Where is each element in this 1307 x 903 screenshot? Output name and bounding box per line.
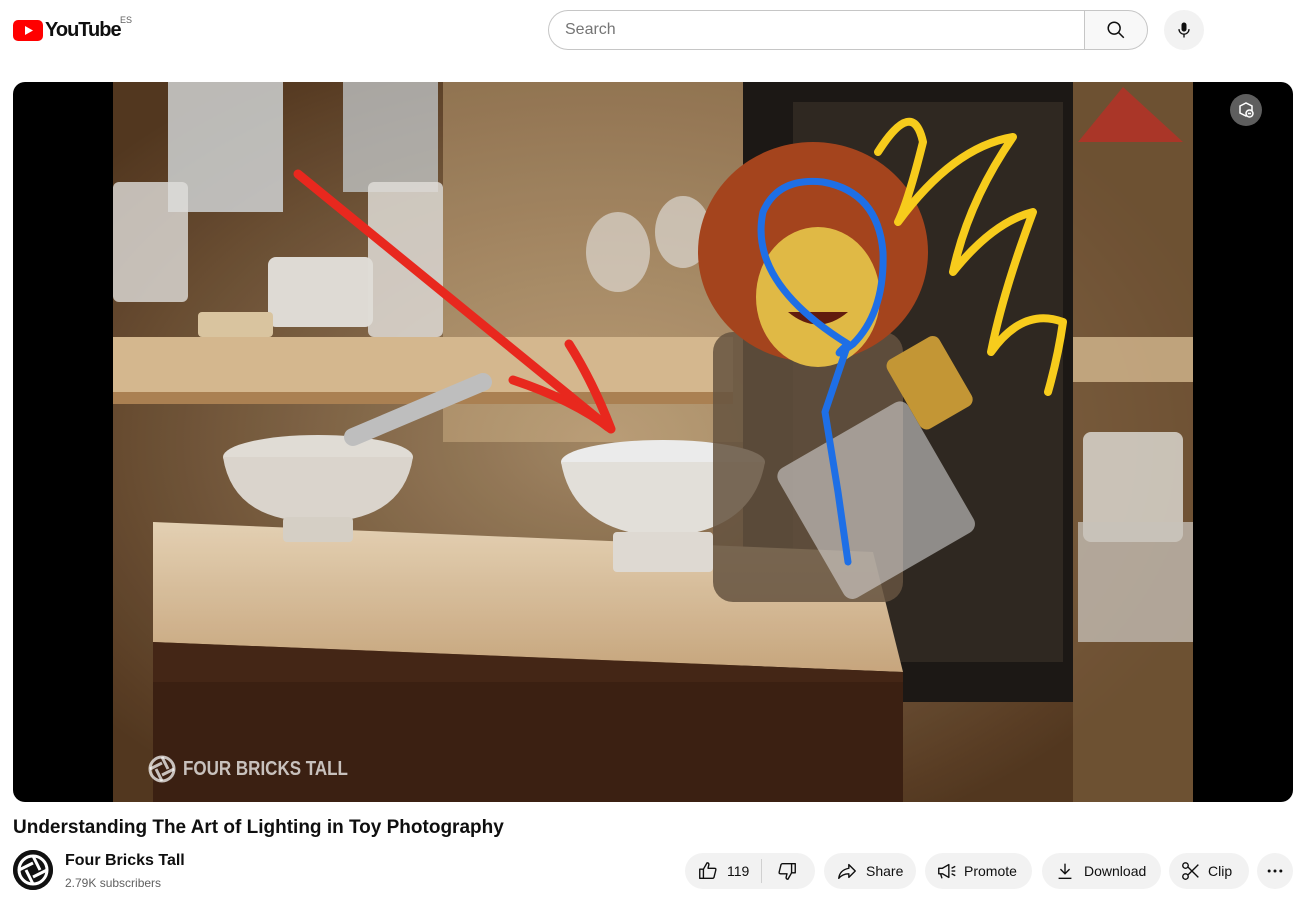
watermark-text: FOUR BRICKS TALL [183, 757, 348, 780]
subscriber-count: 2.79K subscribers [65, 876, 162, 890]
like-count: 119 [727, 863, 750, 879]
masthead: YouTube ES [0, 0, 1307, 60]
download-icon [1054, 860, 1076, 882]
more-actions-button[interactable] [1257, 853, 1293, 889]
more-icon [1265, 861, 1285, 881]
video-scene [113, 82, 1193, 802]
promote-icon [936, 860, 958, 882]
channel-name[interactable]: Four Bricks Tall [65, 852, 185, 870]
search-button[interactable] [1084, 10, 1148, 50]
youtube-logo-icon [13, 19, 43, 41]
video-frame[interactable] [113, 82, 1193, 802]
video-title: Understanding The Art of Lighting in Toy… [13, 817, 504, 838]
clip-label: Clip [1208, 863, 1233, 879]
share-icon [836, 860, 858, 882]
like-icon [697, 860, 719, 882]
ambient-mode-button[interactable] [1230, 94, 1262, 126]
clip-icon [1180, 860, 1202, 882]
promote-button[interactable]: Promote [925, 853, 1032, 889]
search-icon [1105, 19, 1127, 41]
download-label: Download [1084, 863, 1147, 879]
dislike-icon [776, 860, 798, 882]
shutter-logo-icon [147, 754, 177, 784]
promote-label: Promote [964, 863, 1017, 879]
like-dislike-group: 119 [685, 853, 815, 889]
country-code: ES [120, 15, 133, 25]
voice-search-button[interactable] [1164, 10, 1204, 50]
channel-avatar[interactable] [13, 850, 53, 890]
share-label: Share [866, 863, 904, 879]
logo-wordmark: YouTube [45, 18, 122, 41]
search-box[interactable] [548, 10, 1085, 50]
youtube-logo[interactable]: YouTube ES [13, 15, 132, 42]
clip-button[interactable]: Clip [1169, 853, 1249, 889]
video-player[interactable]: FOUR BRICKS TALL [13, 82, 1293, 802]
download-button[interactable]: Download [1042, 853, 1161, 889]
dislike-button[interactable] [762, 853, 810, 889]
like-button[interactable]: 119 [685, 853, 761, 889]
channel-watermark: FOUR BRICKS TALL [147, 754, 377, 784]
share-button[interactable]: Share [824, 853, 916, 889]
search-input[interactable] [565, 11, 1085, 49]
mic-icon [1174, 20, 1194, 40]
shutter-avatar-icon [13, 850, 53, 890]
ambient-mode-icon [1236, 100, 1256, 120]
